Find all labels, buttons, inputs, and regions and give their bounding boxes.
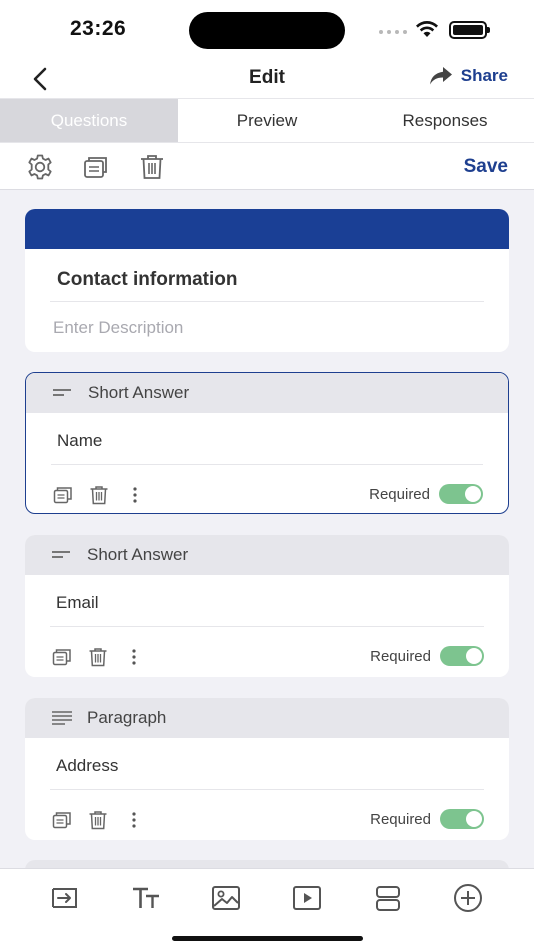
question-type-label: Short Answer [88,383,190,402]
divider [50,301,484,302]
required-label: Required [370,810,431,828]
copy-icon[interactable] [52,810,72,830]
more-vertical-icon[interactable] [124,647,144,667]
divider [50,789,484,790]
form-title[interactable]: Contact information [57,269,238,291]
question-label[interactable]: Email [56,593,99,613]
required-control: Required [370,646,484,666]
required-toggle[interactable] [439,484,483,504]
question-type-header[interactable]: Short Answer [25,535,509,575]
home-indicator [172,936,363,941]
form-description-input[interactable]: Enter Description [53,318,183,338]
required-label: Required [370,647,431,665]
share-label: Share [460,66,508,85]
status-bar: 23:26 [0,0,534,58]
question-type-label: Short Answer [87,545,189,564]
dynamic-island [189,12,345,49]
save-button[interactable]: Save [464,156,508,178]
tab-preview[interactable]: Preview [178,99,356,142]
question-type-header[interactable]: Short Answer [26,373,508,413]
question-type-header[interactable]: Paragraph [25,698,509,738]
question-label[interactable]: Address [56,756,118,776]
short-answer-icon [52,551,70,558]
copy-icon[interactable] [53,485,73,505]
trash-icon[interactable] [88,810,108,830]
trash-icon[interactable] [89,485,109,505]
divider [51,464,483,465]
import-questions-icon[interactable] [50,883,80,913]
tab-responses[interactable]: Responses [356,99,534,142]
required-toggle[interactable] [440,809,484,829]
tab-questions[interactable]: Questions [0,99,178,142]
toolbar: Save [0,143,534,190]
required-toggle[interactable] [440,646,484,666]
question-actions [53,485,145,505]
share-arrow-icon [429,67,452,85]
section-icon[interactable] [373,883,403,913]
question-card[interactable]: Paragraph Address Required [25,698,509,840]
signal-dots-icon [379,30,407,34]
question-actions [52,647,144,667]
image-icon[interactable] [211,883,241,913]
share-button[interactable]: Share [429,66,508,86]
trash-icon[interactable] [88,647,108,667]
status-time: 23:26 [70,17,127,40]
required-label: Required [369,485,430,503]
more-vertical-icon[interactable] [125,485,145,505]
divider [50,626,484,627]
question-card[interactable]: Short Answer Name Required [25,372,509,514]
required-control: Required [370,809,484,829]
gear-icon[interactable] [26,153,54,181]
form-header-card[interactable]: Contact information Enter Description [25,209,509,352]
tab-bar: Questions Preview Responses [0,98,534,143]
nav-bar: Edit Share [0,58,534,98]
video-icon[interactable] [292,883,322,913]
form-accent-bar [25,209,509,249]
question-card[interactable]: Short Answer Email Required [25,535,509,677]
short-answer-icon [53,389,71,396]
more-vertical-icon[interactable] [124,810,144,830]
paragraph-icon [52,711,72,725]
battery-icon [449,21,490,39]
question-actions [52,810,144,830]
question-type-label: Paragraph [87,708,167,727]
question-label[interactable]: Name [57,431,102,451]
text-size-icon[interactable] [131,883,161,913]
copy-icon[interactable] [52,647,72,667]
copy-icon[interactable] [82,153,110,181]
trash-icon[interactable] [138,153,166,181]
add-circle-icon[interactable] [453,883,483,913]
wifi-icon [416,21,438,37]
required-control: Required [369,484,483,504]
